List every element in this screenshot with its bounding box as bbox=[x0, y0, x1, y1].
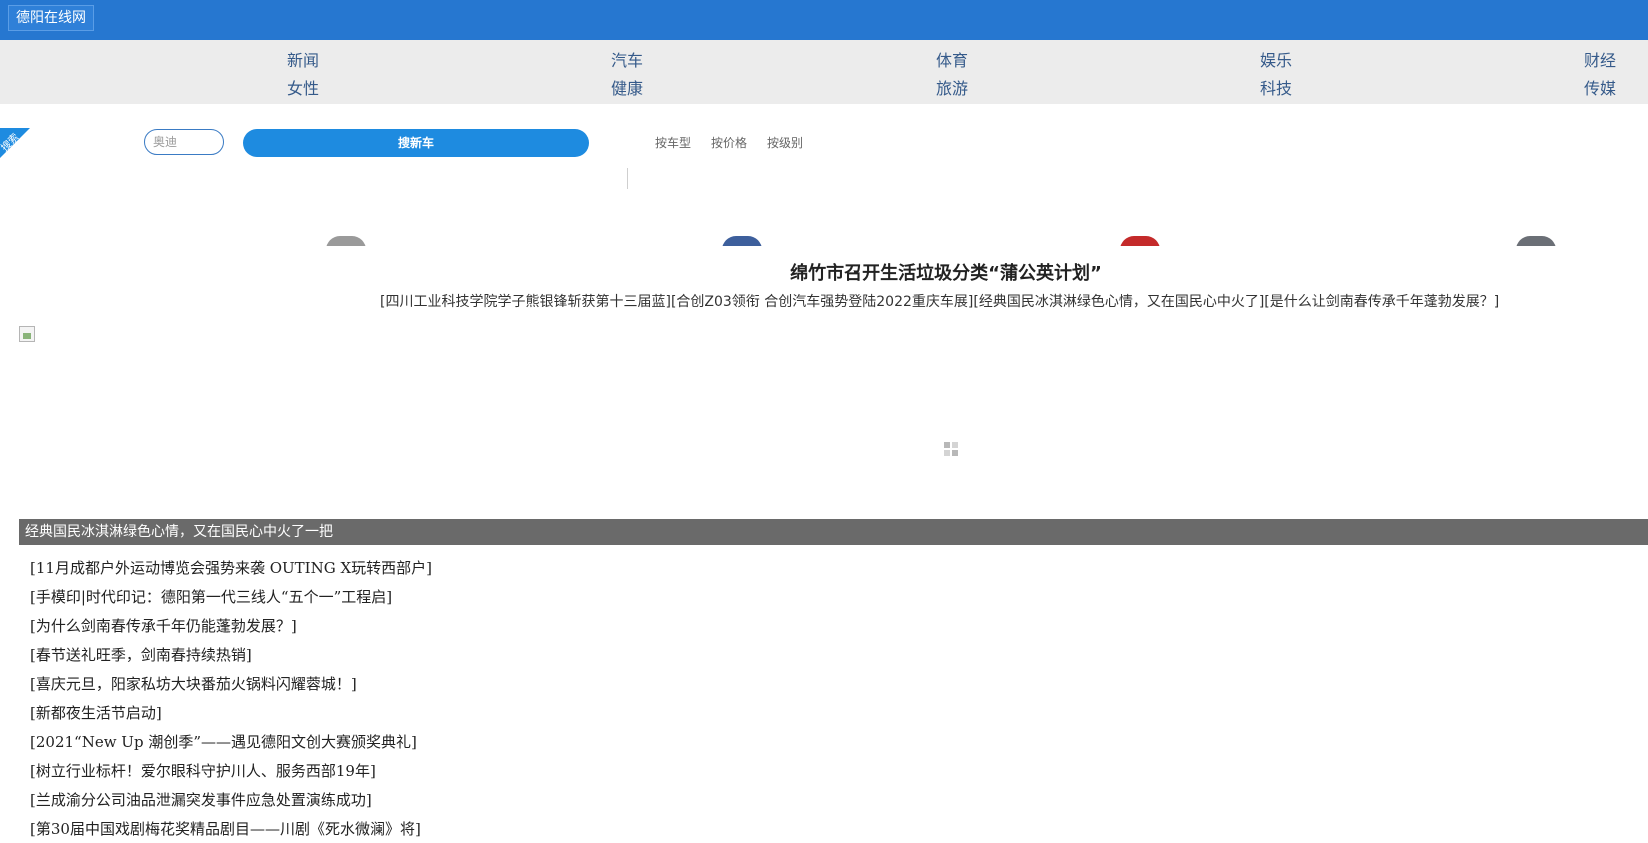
red-car-icon[interactable] bbox=[1110, 232, 1170, 246]
sub-link[interactable]: [经典国民冰淇淋绿色心情，又在国民心中火了] bbox=[973, 294, 1264, 310]
news-item[interactable]: [春节送礼旺季，剑南春持续热销] bbox=[30, 641, 432, 670]
grey-car-roof bbox=[1516, 236, 1556, 246]
sub-link[interactable]: [是什么让剑南春传承千年蓬勃发展？] bbox=[1264, 294, 1499, 310]
nav-link-news[interactable]: 新闻 bbox=[287, 51, 319, 71]
blue-car-roof bbox=[722, 236, 762, 246]
nav-link-tech[interactable]: 科技 bbox=[1260, 79, 1292, 99]
top-bar: 德阳在线网 bbox=[0, 0, 1648, 40]
nav-link-sports[interactable]: 体育 bbox=[936, 51, 968, 71]
filter-by-class[interactable]: 按级别 bbox=[767, 136, 803, 150]
broken-image-icon[interactable] bbox=[19, 326, 35, 342]
news-item[interactable]: [第30届中国戏剧梅花奖精品剧目——川剧《死水微澜》将] bbox=[30, 815, 432, 843]
search-new-car-button[interactable]: 搜新车 bbox=[243, 129, 589, 157]
news-item[interactable]: [手模印|时代印记：德阳第一代三线人“五个一”工程启] bbox=[30, 583, 432, 612]
news-item[interactable]: [树立行业标杆！爱尔眼科守护川人、服务西部19年] bbox=[30, 757, 432, 786]
news-item[interactable]: [2021“New Up 潮创季”——遇见德阳文创大赛颁奖典礼] bbox=[30, 728, 432, 757]
news-list: [11月成都户外运动博览会强势来袭 OUTING X玩转西部户] [手模印|时代… bbox=[30, 554, 432, 843]
loader-square bbox=[952, 450, 958, 456]
nav-link-finance[interactable]: 财经 bbox=[1584, 51, 1616, 71]
nav-link-health[interactable]: 健康 bbox=[611, 79, 643, 99]
nav-link-entertainment[interactable]: 娱乐 bbox=[1260, 51, 1292, 71]
filter-by-price[interactable]: 按价格 bbox=[711, 136, 747, 150]
nav-link-travel[interactable]: 旅游 bbox=[936, 79, 968, 99]
headline-title[interactable]: 绵竹市召开生活垃圾分类“蒲公英计划” bbox=[600, 262, 1292, 286]
loader-square bbox=[944, 442, 950, 448]
sub-link[interactable]: [四川工业科技学院学子熊银锋斩获第十三届蓝] bbox=[380, 294, 671, 310]
search-corner-tag: 搜索 bbox=[0, 128, 30, 158]
silver-car-icon[interactable] bbox=[316, 232, 376, 246]
nav-link-women[interactable]: 女性 bbox=[287, 79, 319, 99]
headline-sub-links: [四川工业科技学院学子熊银锋斩获第十三届蓝][合创Z03领衔 合创汽车强势登陆2… bbox=[380, 292, 1520, 312]
news-item[interactable]: [兰成渝分公司油品泄漏突发事件应急处置演练成功] bbox=[30, 786, 432, 815]
blue-car-icon[interactable] bbox=[712, 232, 772, 246]
news-item[interactable]: [11月成都户外运动博览会强势来袭 OUTING X玩转西部户] bbox=[30, 554, 432, 583]
grey-car-icon[interactable] bbox=[1506, 232, 1566, 246]
filter-divider bbox=[627, 168, 628, 189]
nav-link-auto[interactable]: 汽车 bbox=[611, 51, 643, 71]
news-item[interactable]: [新都夜生活节启动] bbox=[30, 699, 432, 728]
silver-car-roof bbox=[326, 236, 366, 246]
news-item[interactable]: [喜庆元旦，阳家私坊大块番茄火锅料闪耀蓉城！] bbox=[30, 670, 432, 699]
nav-link-media[interactable]: 传媒 bbox=[1584, 79, 1616, 99]
channel-nav: 新闻 汽车 体育 娱乐 财经 女性 健康 旅游 科技 传媒 bbox=[0, 40, 1648, 104]
sub-link[interactable]: [合创Z03领衔 合创汽车强势登陆2022重庆车展] bbox=[671, 294, 973, 310]
car-search-input[interactable] bbox=[144, 129, 224, 155]
loader-square bbox=[952, 442, 958, 448]
filter-by-model[interactable]: 按车型 bbox=[655, 136, 691, 150]
site-logo[interactable]: 德阳在线网 bbox=[8, 5, 94, 31]
loader-square bbox=[944, 450, 950, 456]
slideshow-caption[interactable]: 经典国民冰淇淋绿色心情，又在国民心中火了一把 bbox=[19, 519, 1648, 545]
red-car-roof bbox=[1120, 236, 1160, 246]
news-item[interactable]: [为什么剑南春传承千年仍能蓬勃发展？] bbox=[30, 612, 432, 641]
loading-icon bbox=[944, 442, 958, 456]
